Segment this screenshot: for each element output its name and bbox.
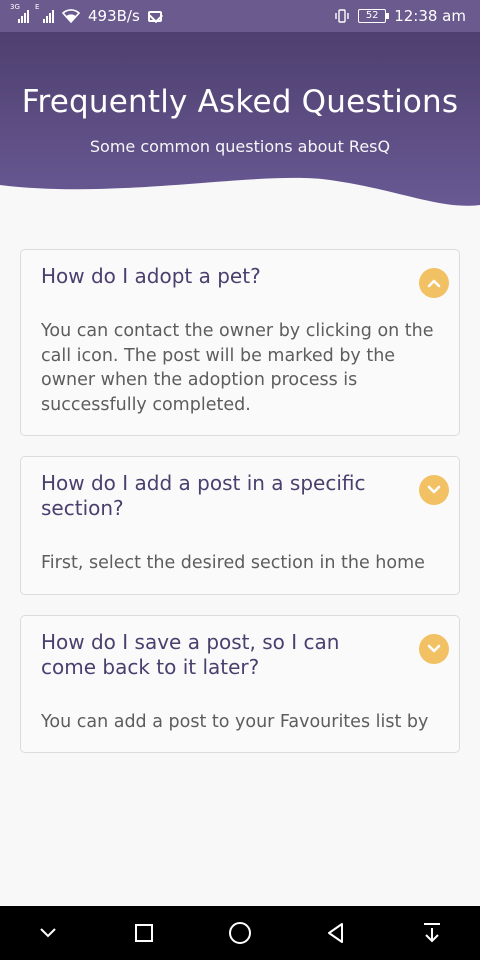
chevron-down-icon[interactable]	[419, 633, 449, 664]
chevron-up-icon[interactable]	[419, 268, 449, 298]
clock: 12:38 am	[394, 7, 466, 25]
recents-square-icon[interactable]	[124, 913, 164, 953]
mail-icon	[147, 10, 162, 22]
page-title: Frequently Asked Questions	[21, 84, 459, 120]
signal-icon-2: E	[35, 3, 54, 23]
battery-icon: 52	[358, 9, 390, 23]
faq-card-save-post[interactable]: How do I save a post, so I can come back…	[20, 614, 460, 753]
faq-card-adopt[interactable]: How do I adopt a pet? You can contact th…	[20, 249, 460, 436]
faq-question[interactable]: How do I adopt a pet?	[41, 264, 439, 289]
status-left: 3G E 493B/s	[10, 3, 162, 25]
back-triangle-icon[interactable]	[316, 913, 356, 953]
faq-question[interactable]: How do I add a post in a specific sectio…	[41, 471, 439, 521]
faq-card-add-post[interactable]: How do I add a post in a specific sectio…	[20, 456, 460, 595]
network-speed: 493B/s	[88, 7, 140, 25]
network-e-label: E	[35, 3, 40, 11]
status-bar: 3G E 493B/s 52 12:38 am	[0, 0, 480, 32]
home-circle-icon[interactable]	[220, 913, 260, 953]
faq-answer: You can add a post to your Favourites li…	[41, 711, 429, 732]
vibrate-icon	[335, 9, 349, 23]
wifi-icon	[62, 9, 80, 23]
network-type-label: 3G	[10, 3, 20, 11]
header-wave	[0, 177, 480, 220]
faq-list: How do I adopt a pet? You can contact th…	[20, 249, 460, 773]
faq-answer: You can contact the owner by clicking on…	[41, 321, 434, 415]
status-right: 52 12:38 am	[334, 7, 466, 25]
chevron-down-icon[interactable]	[419, 475, 449, 505]
notification-pull-icon[interactable]	[412, 913, 452, 953]
battery-level: 52	[365, 10, 379, 21]
faq-answer: First, select the desired section in the…	[41, 553, 425, 573]
faq-question[interactable]: How do I save a post, so I can come back…	[41, 630, 439, 680]
chevron-down-icon[interactable]	[28, 913, 68, 953]
signal-icon-1: 3G	[10, 3, 29, 23]
system-nav-bar	[0, 906, 480, 960]
